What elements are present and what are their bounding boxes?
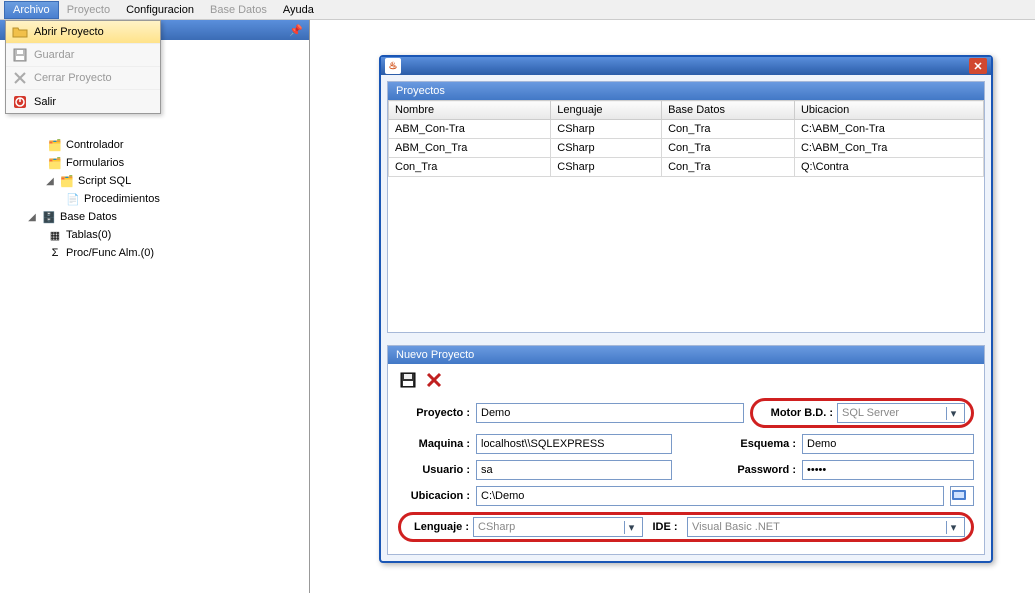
- tree-controlador[interactable]: 🗂️ Controlador: [8, 136, 309, 154]
- chevron-down-icon: ▾: [624, 521, 638, 534]
- label-password: Password :: [726, 464, 796, 476]
- menu-guardar[interactable]: Guardar: [6, 44, 160, 67]
- input-password[interactable]: [802, 460, 974, 480]
- label-usuario: Usuario :: [398, 464, 470, 476]
- tree-tablas[interactable]: ▦ Tablas(0): [8, 226, 309, 244]
- folder-open-icon: [12, 24, 28, 40]
- save-icon: [12, 47, 28, 63]
- tree-procedimientos[interactable]: 📄 Procedimientos: [8, 190, 309, 208]
- label-esquema: Esquema :: [726, 438, 796, 450]
- dialog-close-button[interactable]: ✕: [969, 58, 987, 74]
- input-ubicacion[interactable]: [476, 486, 944, 506]
- col-ubicacion[interactable]: Ubicacion: [794, 101, 983, 120]
- browse-button[interactable]: [950, 486, 974, 506]
- highlight-lenguaje-ide: Lenguaje : CSharp ▾ IDE : Visual Basic .…: [398, 512, 974, 542]
- projects-table[interactable]: Nombre Lenguaje Base Datos Ubicacion ABM…: [388, 100, 984, 177]
- projects-panel-header: Proyectos: [388, 82, 984, 100]
- label-maquina: Maquina :: [398, 438, 470, 450]
- menu-abrir-proyecto[interactable]: Abrir Proyecto: [6, 21, 160, 44]
- open-project-dialog: ♨ ✕ Proyectos Nombre Lenguaje Base Datos…: [379, 55, 993, 563]
- menu-cerrar-label: Cerrar Proyecto: [34, 72, 112, 84]
- menu-configuracion[interactable]: Configuracion: [118, 2, 202, 18]
- dialog-titlebar[interactable]: ♨ ✕: [381, 57, 991, 75]
- projects-panel: Proyectos Nombre Lenguaje Base Datos Ubi…: [387, 81, 985, 333]
- menu-salir-label: Salir: [34, 96, 56, 108]
- combo-motor[interactable]: SQL Server ▾: [837, 403, 965, 423]
- combo-ide[interactable]: Visual Basic .NET ▾: [687, 517, 965, 537]
- menu-archivo[interactable]: Archivo: [4, 1, 59, 19]
- table-icon: ▦: [47, 227, 63, 243]
- label-ide: IDE :: [647, 521, 683, 533]
- menu-proyecto[interactable]: Proyecto: [59, 2, 118, 18]
- menu-guardar-label: Guardar: [34, 49, 74, 61]
- folder-icon: 🗂️: [47, 155, 63, 171]
- database-icon: 🗄️: [41, 209, 57, 225]
- document-icon: 📄: [65, 191, 81, 207]
- archivo-dropdown: Abrir Proyecto Guardar Cerrar Proyecto S…: [5, 20, 161, 114]
- menu-base-datos[interactable]: Base Datos: [202, 2, 275, 18]
- label-motor: Motor B.D. :: [759, 407, 833, 419]
- tree-proc-func[interactable]: Σ Proc/Func Alm.(0): [8, 244, 309, 262]
- chevron-down-icon: ▾: [946, 407, 960, 420]
- pin-icon[interactable]: 📌: [289, 24, 303, 37]
- collapse-toggle[interactable]: ◢: [44, 176, 56, 187]
- table-row[interactable]: ABM_Con-Tra CSharp Con_Tra C:\ABM_Con-Tr…: [389, 120, 984, 139]
- folder-icon: 🗂️: [47, 137, 63, 153]
- table-row[interactable]: ABM_Con_Tra CSharp Con_Tra C:\ABM_Con_Tr…: [389, 139, 984, 158]
- highlight-motor: Motor B.D. : SQL Server ▾: [750, 398, 974, 428]
- input-esquema[interactable]: [802, 434, 974, 454]
- menu-salir[interactable]: Salir: [6, 90, 160, 113]
- col-base-datos[interactable]: Base Datos: [662, 101, 795, 120]
- col-lenguaje[interactable]: Lenguaje: [551, 101, 662, 120]
- java-icon: ♨: [385, 58, 401, 74]
- close-project-icon: [12, 70, 28, 86]
- tree-formularios[interactable]: 🗂️ Formularios: [8, 154, 309, 172]
- col-nombre[interactable]: Nombre: [389, 101, 551, 120]
- label-proyecto: Proyecto :: [398, 407, 470, 419]
- menubar: Archivo Proyecto Configuracion Base Dato…: [0, 0, 1035, 20]
- tree-script-sql[interactable]: ◢ 🗂️ Script SQL: [8, 172, 309, 190]
- new-project-toolbar: [398, 370, 974, 390]
- new-project-panel: Nuevo Proyecto Proyecto : Motor B.D. : S…: [387, 345, 985, 555]
- table-row[interactable]: Con_Tra CSharp Con_Tra Q:\Contra: [389, 158, 984, 177]
- delete-button[interactable]: [424, 370, 444, 390]
- menu-ayuda[interactable]: Ayuda: [275, 2, 322, 18]
- combo-lenguaje[interactable]: CSharp ▾: [473, 517, 643, 537]
- menu-cerrar-proyecto[interactable]: Cerrar Proyecto: [6, 67, 160, 90]
- input-proyecto[interactable]: [476, 403, 744, 423]
- label-lenguaje: Lenguaje :: [407, 521, 469, 533]
- input-usuario[interactable]: [476, 460, 672, 480]
- save-button[interactable]: [398, 370, 418, 390]
- input-maquina[interactable]: [476, 434, 672, 454]
- label-ubicacion: Ubicacion :: [398, 490, 470, 502]
- power-icon: [12, 94, 28, 110]
- collapse-toggle[interactable]: ◢: [26, 212, 38, 223]
- chevron-down-icon: ▾: [946, 521, 960, 534]
- new-project-header: Nuevo Proyecto: [388, 346, 984, 364]
- tree-base-datos[interactable]: ◢ 🗄️ Base Datos: [8, 208, 309, 226]
- folder-icon: 🗂️: [59, 173, 75, 189]
- sigma-icon: Σ: [47, 245, 63, 261]
- menu-abrir-label: Abrir Proyecto: [34, 26, 104, 38]
